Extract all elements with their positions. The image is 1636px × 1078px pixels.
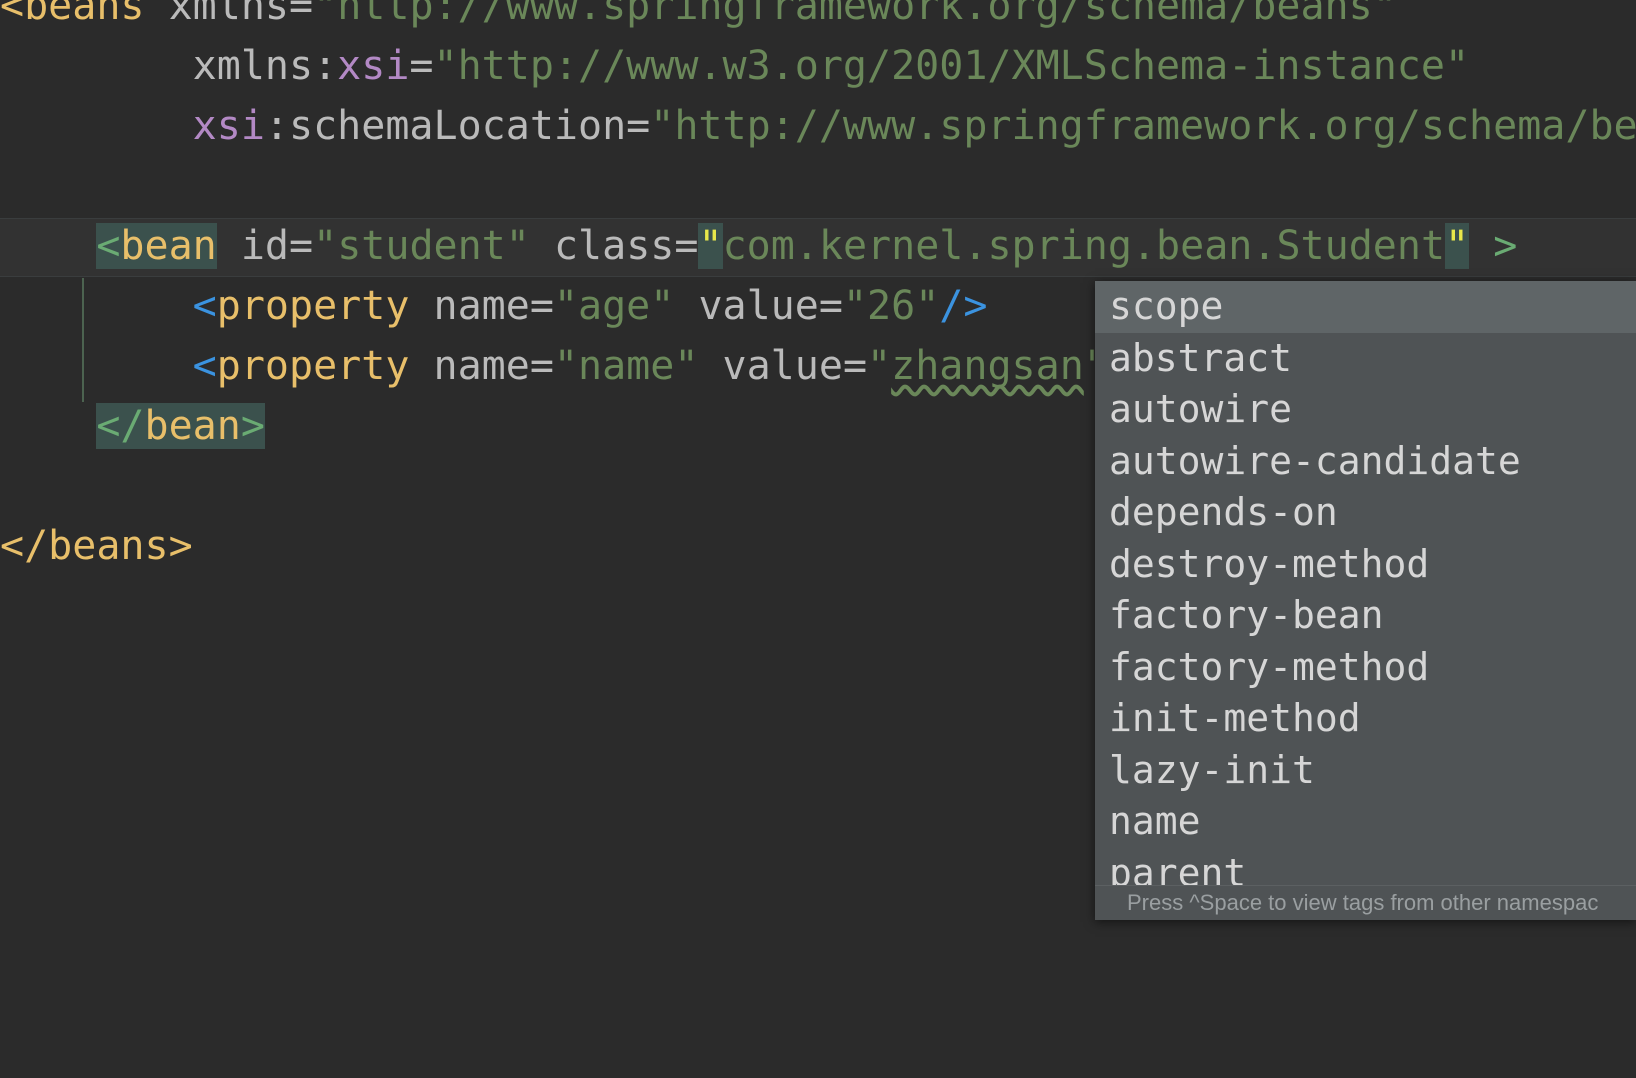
line-bean-open-seg-13: [1469, 223, 1493, 269]
line-property-age-seg-4: name: [433, 283, 530, 329]
line-bean-close-seg-3: >: [240, 403, 265, 449]
completion-item-autowire[interactable]: autowire: [1095, 384, 1636, 436]
line-schema-location-seg-0: [0, 103, 193, 149]
line-property-name-seg-5: =: [529, 343, 554, 389]
line-bean-open-seg-11: com.kernel.spring.bean.Student: [722, 223, 1446, 269]
line-beans-open-seg-1: [145, 0, 169, 29]
line-property-age-seg-8: value: [698, 283, 819, 329]
line-property-age-seg-6: "age": [553, 283, 675, 329]
line-bean-open-seg-14: >: [1493, 223, 1518, 269]
line-bean-open-seg-12: ": [1445, 223, 1470, 269]
completion-item-autowire-candidate[interactable]: autowire-candidate: [1095, 436, 1636, 488]
line-blank-1[interactable]: [0, 156, 1636, 216]
line-xmlns-xsi-seg-4: =: [409, 43, 434, 89]
line-property-age-seg-1: <: [192, 283, 217, 329]
line-property-name-seg-11: zhangsan: [891, 343, 1084, 389]
completion-item-depends-on[interactable]: depends-on: [1095, 487, 1636, 539]
line-property-name-seg-7: [698, 343, 722, 389]
line-property-name-seg-0: [0, 343, 193, 389]
line-bean-open-seg-7: [530, 223, 554, 269]
line-bean-open-seg-9: =: [674, 223, 699, 269]
line-property-name-seg-1: <: [192, 343, 217, 389]
completion-popup-footer-hint: Press ^Space to view tags from other nam…: [1095, 885, 1636, 920]
line-property-name-seg-2: property: [216, 343, 410, 389]
line-bean-open-seg-6: "student": [313, 223, 530, 269]
line-bean-open-seg-10: ": [698, 223, 723, 269]
line-schema-location-seg-2: :: [264, 103, 289, 149]
line-property-name-seg-3: [409, 343, 433, 389]
line-property-name-seg-9: =: [842, 343, 868, 389]
completion-item-name[interactable]: name: [1095, 796, 1636, 848]
line-xmlns-xsi[interactable]: xmlns:xsi="http://www.w3.org/2001/XMLSch…: [0, 36, 1636, 96]
xml-code-editor[interactable]: <beans xmlns="http://www.springframework…: [0, 0, 1636, 1078]
line-xmlns-xsi-seg-1: xmlns: [192, 43, 314, 89]
line-property-age-seg-7: [674, 283, 698, 329]
completion-item-init-method[interactable]: init-method: [1095, 693, 1636, 745]
line-property-name-seg-10: ": [867, 343, 892, 389]
completion-item-factory-method[interactable]: factory-method: [1095, 642, 1636, 694]
line-property-name-seg-8: value: [722, 343, 843, 389]
completion-item-destroy-method[interactable]: destroy-method: [1095, 539, 1636, 591]
line-bean-close-seg-0: [0, 403, 96, 449]
line-schema-location-seg-1: xsi: [192, 103, 265, 149]
completion-item-list[interactable]: scope abstract autowire autowire-candidate d…: [1095, 281, 1636, 886]
line-property-age-seg-10: "26": [842, 283, 940, 329]
line-bean-open-seg-8: class: [553, 223, 675, 269]
line-beans-open-seg-4: "http://www.springframework.org/schema/b…: [313, 0, 1397, 29]
line-bean-open-seg-1: <: [96, 223, 121, 269]
line-property-name-seg-4: name: [433, 343, 530, 389]
line-bean-close-seg-2: bean: [144, 403, 241, 449]
completion-item-scope[interactable]: scope: [1095, 281, 1636, 333]
line-beans-open[interactable]: <beans xmlns="http://www.springframework…: [0, 0, 1636, 36]
line-beans-open-seg-2: xmlns: [168, 0, 290, 29]
line-bean-open-seg-4: id: [240, 223, 290, 269]
line-property-name-seg-6: "name": [553, 343, 699, 389]
line-xmlns-xsi-seg-2: :: [313, 43, 338, 89]
completion-item-parent[interactable]: parent: [1095, 848, 1636, 887]
line-bean-close-seg-1: </: [96, 403, 145, 449]
line-bean-open-seg-5: =: [289, 223, 314, 269]
line-xmlns-xsi-seg-5: "http://www.w3.org/2001/XMLSchema-instan…: [433, 43, 1470, 89]
line-property-age-seg-5: =: [529, 283, 554, 329]
line-beans-open-seg-3: =: [289, 0, 314, 29]
line-xmlns-xsi-seg-3: xsi: [337, 43, 410, 89]
line-bean-open[interactable]: <bean id="student" class="com.kernel.spr…: [0, 216, 1636, 276]
line-schema-location[interactable]: xsi:schemaLocation="http://www.springfra…: [0, 96, 1636, 156]
completion-item-abstract[interactable]: abstract: [1095, 333, 1636, 385]
line-bean-open-seg-3: [217, 223, 241, 269]
completion-item-lazy-init[interactable]: lazy-init: [1095, 745, 1636, 797]
completion-popup[interactable]: scope abstract autowire autowire-candidate d…: [1095, 281, 1636, 920]
line-schema-location-seg-5: "http://www.springframework.org/schema/b…: [650, 103, 1636, 149]
line-property-age-seg-9: =: [818, 283, 843, 329]
line-schema-location-seg-3: schemaLocation: [289, 103, 627, 149]
line-property-age-seg-3: [409, 283, 433, 329]
line-bean-open-seg-0: [0, 223, 96, 269]
line-property-age-seg-11: />: [939, 283, 988, 329]
completion-item-factory-bean[interactable]: factory-bean: [1095, 590, 1636, 642]
line-beans-open-seg-0: <beans: [0, 0, 145, 29]
line-xmlns-xsi-seg-0: [0, 43, 193, 89]
line-beans-close-seg-0: </beans>: [0, 523, 193, 569]
line-schema-location-seg-4: =: [626, 103, 651, 149]
line-property-age-seg-2: property: [216, 283, 410, 329]
line-property-age-seg-0: [0, 283, 193, 329]
line-bean-open-seg-2: bean: [120, 223, 217, 269]
